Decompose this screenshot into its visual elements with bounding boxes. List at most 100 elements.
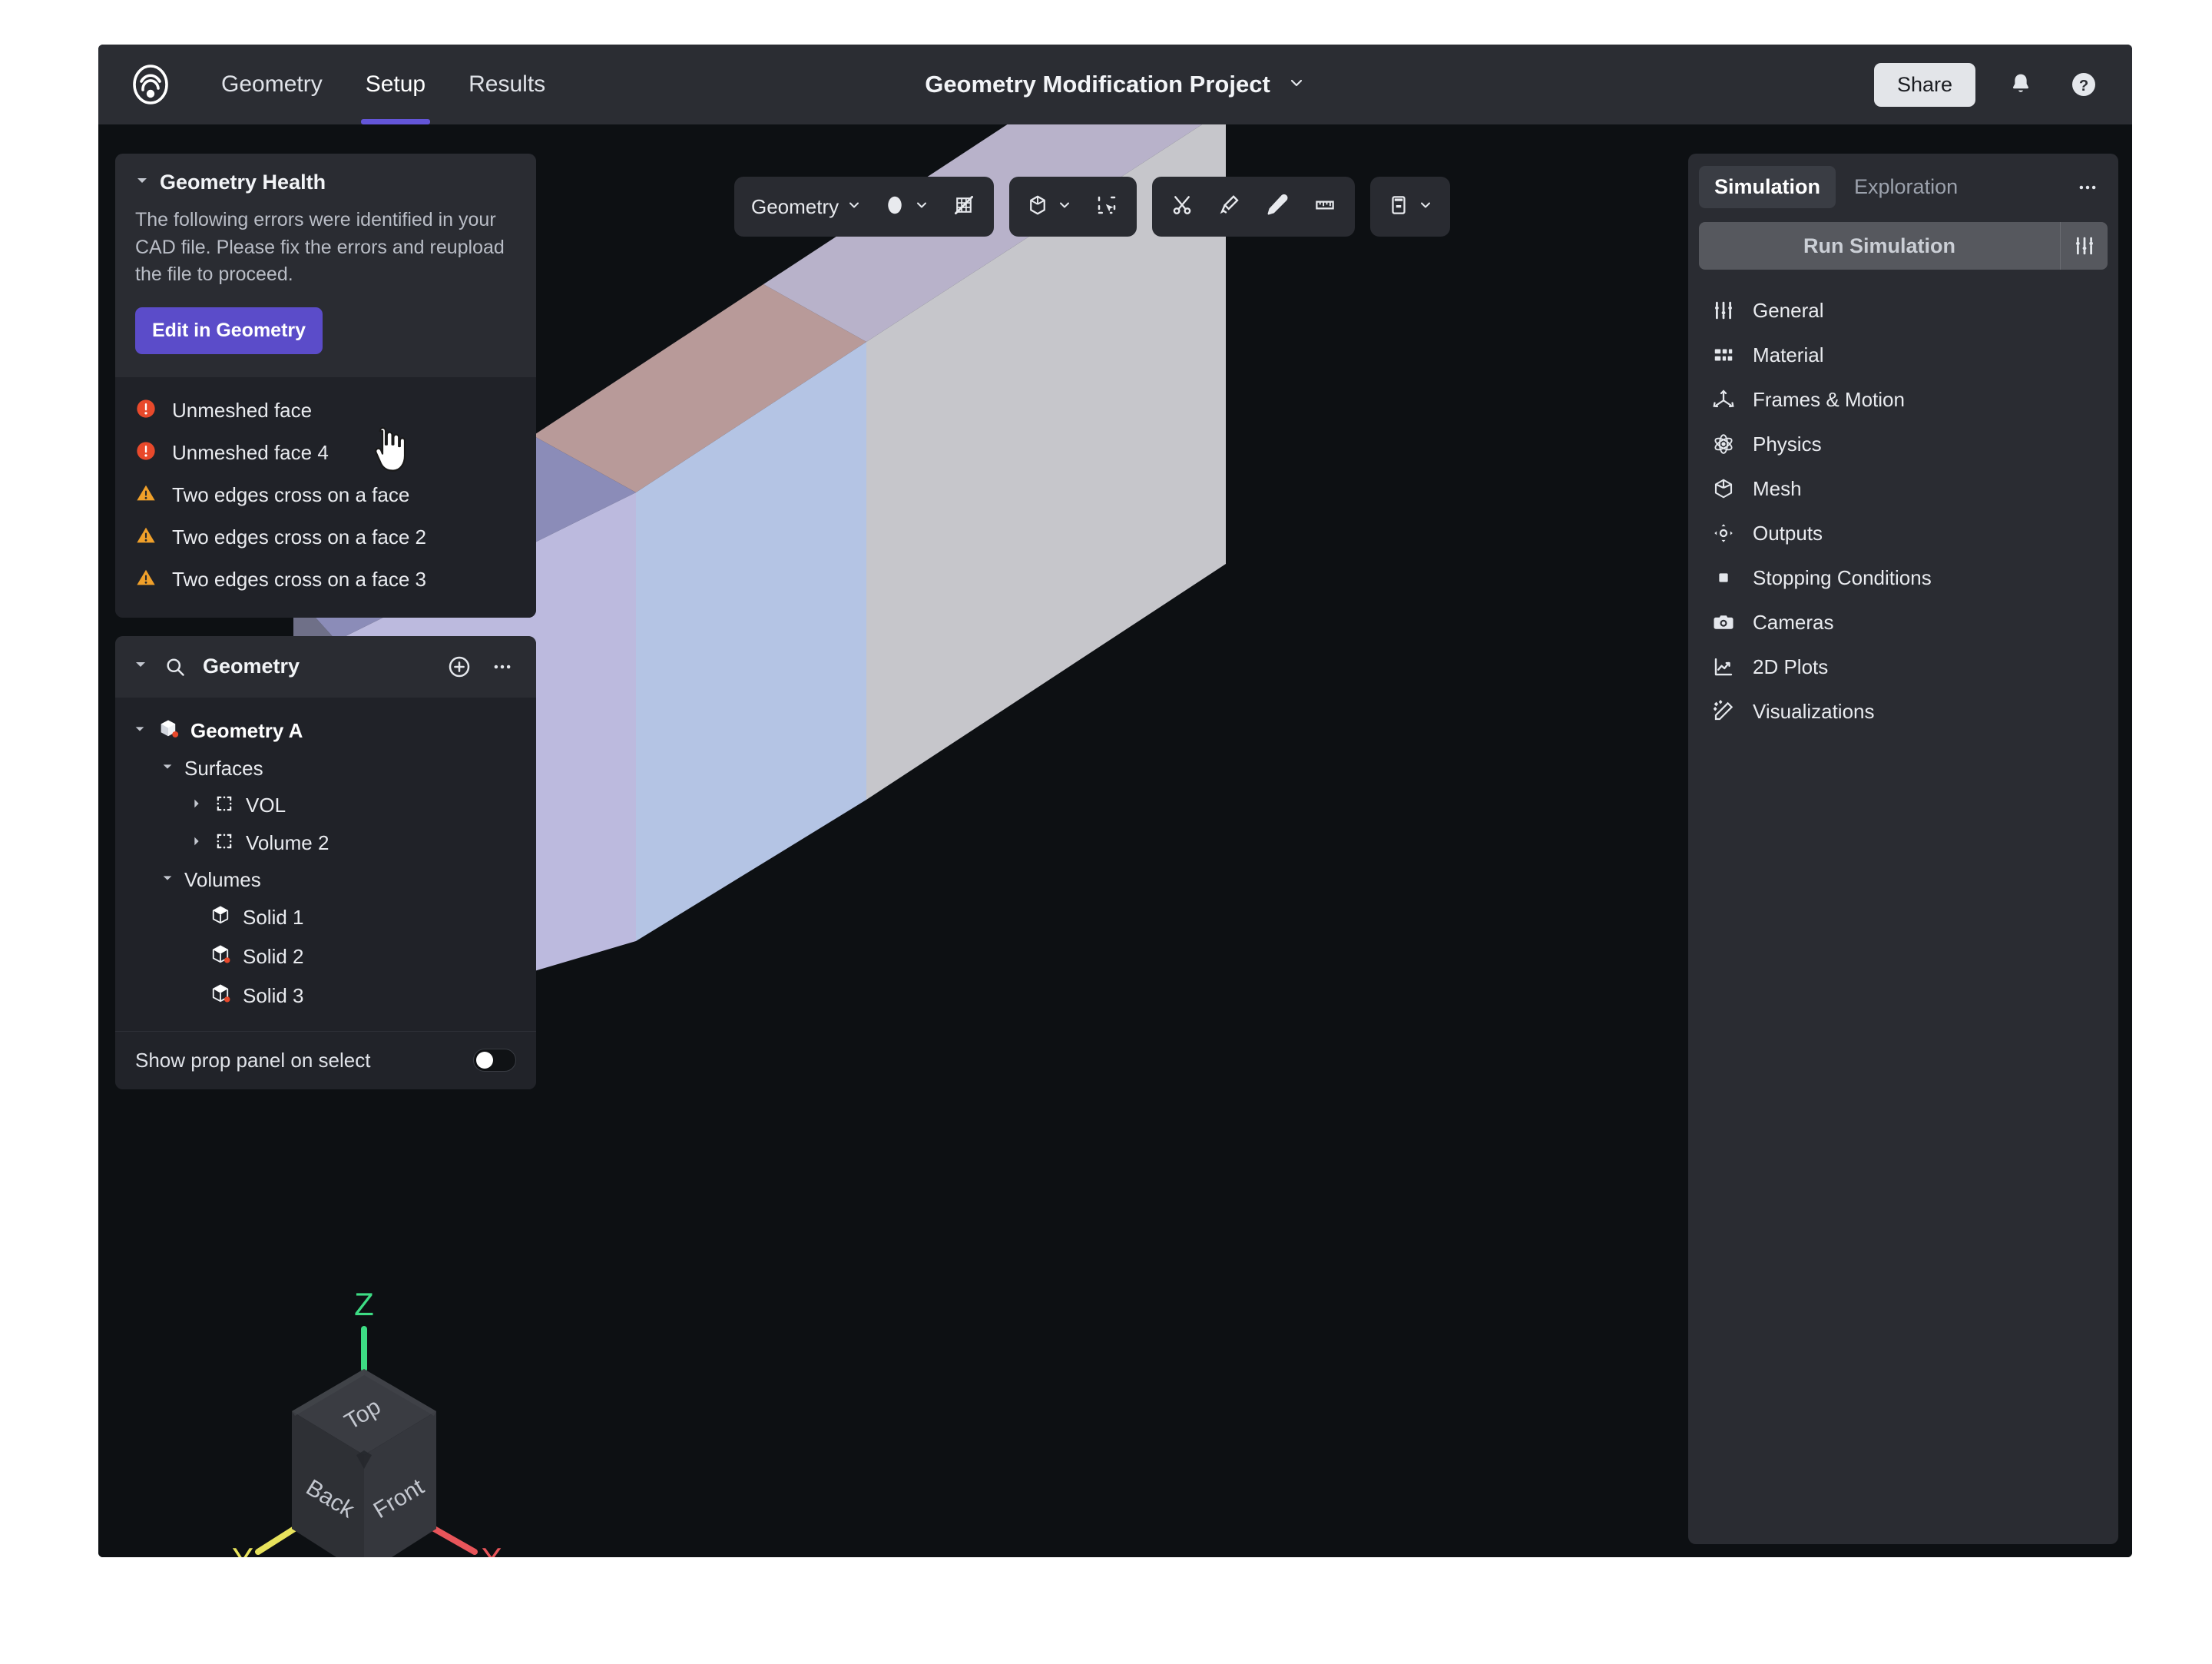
pen-tool-button[interactable] [1255, 184, 1300, 230]
tree-item-volume-2[interactable]: Volume 2 [115, 824, 536, 862]
3d-viewport[interactable]: Geometry Geometry Health The following e… [98, 124, 2132, 1557]
help-circle-icon[interactable]: ? [2066, 67, 2101, 102]
tree-item-solid-3[interactable]: Solid 3 [115, 976, 536, 1016]
caret-right-icon[interactable] [190, 797, 203, 814]
issue-label: Two edges cross on a face [172, 482, 410, 506]
sidebar-item-material[interactable]: Material [1688, 333, 2118, 377]
chevron-down-icon [846, 197, 862, 217]
sidebar-item-visualizations[interactable]: Visualizations [1688, 689, 2118, 734]
tree-item-surfaces[interactable]: Surfaces [115, 751, 536, 787]
tree-item-label: Solid 2 [243, 944, 304, 968]
list-item[interactable]: Two edges cross on a face 3 [115, 559, 536, 601]
issue-label: Unmeshed face 4 [172, 440, 329, 464]
geometry-health-body: The following errors were identified in … [115, 204, 536, 377]
caret-down-icon[interactable] [161, 872, 174, 888]
right-sidebar: Simulation Exploration Run Simulation Ge… [1688, 154, 2118, 1544]
sliders-icon [1711, 298, 1736, 323]
tab-setup-label: Setup [365, 71, 426, 97]
clip-plane-dropdown[interactable] [1378, 184, 1442, 230]
axes-icon [1711, 387, 1736, 412]
camera-icon [1711, 610, 1736, 635]
run-simulation-bar: Run Simulation [1699, 222, 2108, 270]
caret-down-icon[interactable] [161, 761, 174, 777]
sidebar-item-label: Physics [1753, 432, 1822, 456]
plus-circle-icon[interactable] [444, 651, 475, 682]
measure-tool-button[interactable] [1303, 184, 1347, 230]
sidebar-item-label: Mesh [1753, 476, 1802, 500]
geometry-health-description: The following errors were identified in … [135, 209, 505, 285]
notification-bell-icon[interactable] [2003, 67, 2038, 102]
sliders-icon[interactable] [2060, 222, 2108, 270]
caret-down-icon[interactable] [134, 658, 147, 675]
solid-cube-icon [157, 718, 180, 744]
toolbar-group-edit [1152, 177, 1356, 237]
project-title-dropdown[interactable]: Geometry Modification Project [925, 71, 1306, 98]
sidebar-item-frames-motion[interactable]: Frames & Motion [1688, 377, 2118, 422]
stop-square-icon [1711, 565, 1736, 590]
cube-outline-icon [1711, 476, 1736, 501]
tree-item-solid-2[interactable]: Solid 2 [115, 937, 536, 976]
knife-tool-button[interactable] [1207, 184, 1252, 230]
toggle-mesh-button[interactable] [942, 184, 986, 230]
error-circle-icon [135, 440, 157, 466]
caret-right-icon[interactable] [190, 835, 203, 851]
warning-triangle-icon [135, 567, 157, 592]
axis-label-x: X [481, 1541, 502, 1557]
sidebar-item-outputs[interactable]: Outputs [1688, 511, 2118, 555]
shading-mode-dropdown[interactable] [874, 184, 939, 230]
share-button[interactable]: Share [1873, 62, 1975, 107]
tree-item-geometry-a[interactable]: Geometry A [115, 711, 536, 751]
sidebar-item-cameras[interactable]: Cameras [1688, 600, 2118, 645]
line-chart-icon [1711, 655, 1736, 679]
list-item[interactable]: Two edges cross on a face 2 [115, 516, 536, 559]
sidebar-item-stopping-conditions[interactable]: Stopping Conditions [1688, 555, 2118, 600]
tab-simulation[interactable]: Simulation [1699, 166, 1836, 208]
sidebar-item-label: Stopping Conditions [1753, 565, 1932, 589]
ellipsis-icon[interactable] [487, 651, 518, 682]
tab-geometry[interactable]: Geometry [200, 45, 344, 124]
svg-text:?: ? [2079, 78, 2088, 94]
tab-results[interactable]: Results [447, 45, 567, 124]
sidebar-item-mesh[interactable]: Mesh [1688, 466, 2118, 511]
list-item[interactable]: Two edges cross on a face [115, 474, 536, 516]
axis-line-x [427, 1523, 478, 1555]
material-grid-icon [1711, 343, 1736, 367]
caret-down-icon[interactable] [135, 174, 149, 191]
toolbar-group-clip [1370, 177, 1451, 237]
axis-label-y: Y [232, 1541, 253, 1557]
list-item[interactable]: Unmeshed face [115, 389, 536, 432]
tab-setup[interactable]: Setup [344, 45, 447, 124]
tree-item-label: Surfaces [184, 756, 263, 780]
cut-tool-button[interactable] [1160, 184, 1204, 230]
tree-item-solid-1[interactable]: Solid 1 [115, 898, 536, 937]
list-item[interactable]: Unmeshed face 4 [115, 432, 536, 474]
tree-item-volumes[interactable]: Volumes [115, 862, 536, 898]
sidebar-item-label: General [1753, 298, 1824, 322]
caret-down-icon[interactable] [134, 723, 146, 739]
box-select-icon [1095, 194, 1118, 220]
geometry-tree-panel: Geometry Geometry A Surfaces VOL Volume … [115, 635, 536, 1089]
sidebar-item-label: Visualizations [1753, 699, 1875, 723]
view-orientation-gizmo[interactable]: Top Back Front Z Y X [214, 1284, 551, 1557]
selection-type-dropdown[interactable] [1017, 184, 1081, 230]
tab-exploration[interactable]: Exploration [1839, 166, 1973, 208]
edit-in-geometry-button[interactable]: Edit in Geometry [135, 307, 323, 354]
tree-item-vol[interactable]: VOL [115, 787, 536, 824]
ellipsis-icon[interactable] [2068, 171, 2108, 204]
sidebar-item-physics[interactable]: Physics [1688, 422, 2118, 466]
geometry-mode-dropdown[interactable]: Geometry [742, 184, 871, 230]
run-simulation-button[interactable]: Run Simulation [1699, 222, 2060, 270]
surface-group-icon [214, 830, 235, 856]
show-prop-panel-toggle[interactable] [473, 1049, 516, 1072]
sidebar-item-2d-plots[interactable]: 2D Plots [1688, 645, 2118, 689]
geometry-health-header[interactable]: Geometry Health [115, 154, 536, 204]
box-select-button[interactable] [1084, 184, 1129, 230]
toolbar-group-display: Geometry [734, 177, 995, 237]
search-icon[interactable] [160, 651, 190, 682]
sidebar-item-general[interactable]: General [1688, 288, 2118, 333]
axis-label-z: Z [354, 1286, 374, 1322]
luminary-logo-icon[interactable] [129, 63, 172, 106]
tree-item-label: VOL [246, 793, 286, 817]
surface-group-icon [214, 793, 235, 818]
sidebar-item-label: Material [1753, 343, 1824, 366]
